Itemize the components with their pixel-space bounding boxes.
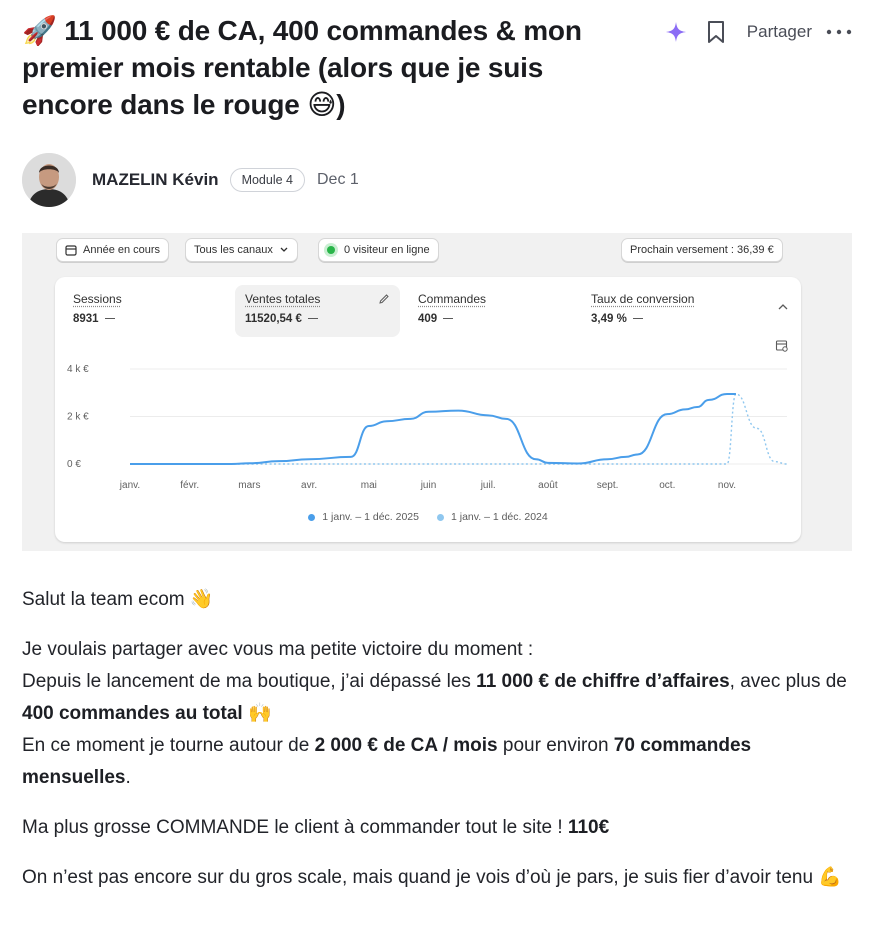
metric-value: 8931 [73, 313, 218, 325]
metric-orders: Commandes 409 [408, 285, 573, 337]
legend-label: 1 janv. – 1 déc. 2025 [322, 511, 419, 523]
metric-total-sales: Ventes totales 11520,54 € [235, 285, 400, 337]
analytics-card: Sessions 8931 Ventes totales 11520,54 € … [55, 277, 801, 542]
x-tick-label: août [538, 480, 558, 491]
post-title: 🚀 11 000 € de CA, 400 commandes & mon pr… [22, 12, 637, 123]
sales-chart: 4 k € 2 k € 0 € janv. févr. mars avr. mai juin ju… [67, 364, 787, 491]
paragraph-closing: On n’est pas encore sur du gros scale, m… [22, 867, 842, 888]
metric-label: Commandes [418, 292, 487, 306]
pencil-icon [379, 294, 389, 304]
metric-label: Sessions [73, 292, 122, 306]
metric-value: 409 [418, 313, 563, 325]
chevron-up-icon [778, 304, 788, 310]
paragraph-stats: Je voulais partager avec vous ma petite … [22, 639, 847, 788]
period-filter-label: Année en cours [83, 244, 161, 256]
chevron-down-icon [280, 247, 288, 252]
share-button[interactable]: Partager [747, 22, 812, 42]
more-options-icon[interactable] [826, 18, 852, 46]
x-tick-label: juil. [480, 480, 496, 491]
legend-item-2025: 1 janv. – 1 déc. 2025 [308, 511, 419, 523]
channels-filter-label: Tous les canaux [194, 244, 273, 256]
metric-conversion: Taux de conversion 3,49 % [581, 285, 746, 337]
legend-dot [437, 513, 444, 521]
metric-value: 11520,54 € [245, 313, 390, 325]
online-dot-icon [327, 246, 335, 254]
x-tick-label: mars [238, 480, 260, 491]
channels-filter: Tous les canaux [185, 238, 298, 262]
metric-label: Ventes totales [245, 292, 321, 306]
post-body: Salut la team ecom 👋 Je voulais partager… [22, 584, 852, 912]
post-date: Dec 1 [317, 171, 359, 188]
metric-value: 3,49 % [591, 313, 736, 325]
module-badge: Module 4 [229, 168, 305, 192]
sparkle-icon[interactable] [663, 18, 689, 46]
y-tick-label: 2 k € [67, 412, 89, 423]
x-tick-label: juin [420, 480, 437, 491]
series-line-2025 [130, 392, 736, 465]
series-line-2024 [130, 393, 787, 465]
legend-item-2024: 1 janv. – 1 déc. 2024 [437, 511, 548, 523]
author-name[interactable]: MAZELIN Kévin [92, 170, 219, 190]
calendar-icon [65, 245, 77, 256]
period-filter: Année en cours [56, 238, 170, 262]
legend-dot [308, 513, 316, 521]
y-tick-label: 4 k € [67, 364, 89, 375]
x-tick-label: févr. [180, 480, 199, 491]
x-tick-label: mai [361, 480, 377, 491]
x-tick-label: oct. [659, 480, 675, 491]
metric-sessions: Sessions 8931 [63, 285, 228, 337]
x-tick-label: janv. [119, 480, 140, 491]
payout-label: Prochain versement : 36,39 € [630, 244, 774, 256]
bookmark-icon[interactable] [703, 18, 729, 46]
chart-legend: 1 janv. – 1 déc. 2025 1 janv. – 1 déc. 2… [55, 511, 801, 523]
paragraph-greeting: Salut la team ecom 👋 [22, 589, 214, 610]
x-tick-label: nov. [718, 480, 736, 491]
visitors-label: 0 visiteur en ligne [344, 244, 430, 256]
dashboard-screenshot: Année en cours Tous les canaux 0 visiteu… [22, 233, 852, 551]
avatar[interactable] [22, 153, 76, 207]
paragraph-biggest-order: Ma plus grosse COMMANDE le client à comm… [22, 817, 610, 838]
x-tick-label: sept. [597, 480, 619, 491]
legend-label: 1 janv. – 1 déc. 2024 [451, 511, 548, 523]
y-tick-label: 0 € [67, 459, 81, 470]
payout-indicator: Prochain versement : 36,39 € [621, 238, 783, 262]
table-view-icon [775, 340, 788, 352]
author-row: MAZELIN Kévin Module 4 Dec 1 [22, 153, 359, 207]
x-tick-label: avr. [301, 480, 317, 491]
rocket-emoji: 🚀 [22, 15, 57, 46]
post-title-text: 11 000 € de CA, 400 commandes & mon prem… [22, 15, 582, 120]
metric-label: Taux de conversion [591, 292, 695, 306]
visitors-indicator: 0 visiteur en ligne [318, 238, 439, 262]
post-actions: Partager [663, 18, 852, 46]
